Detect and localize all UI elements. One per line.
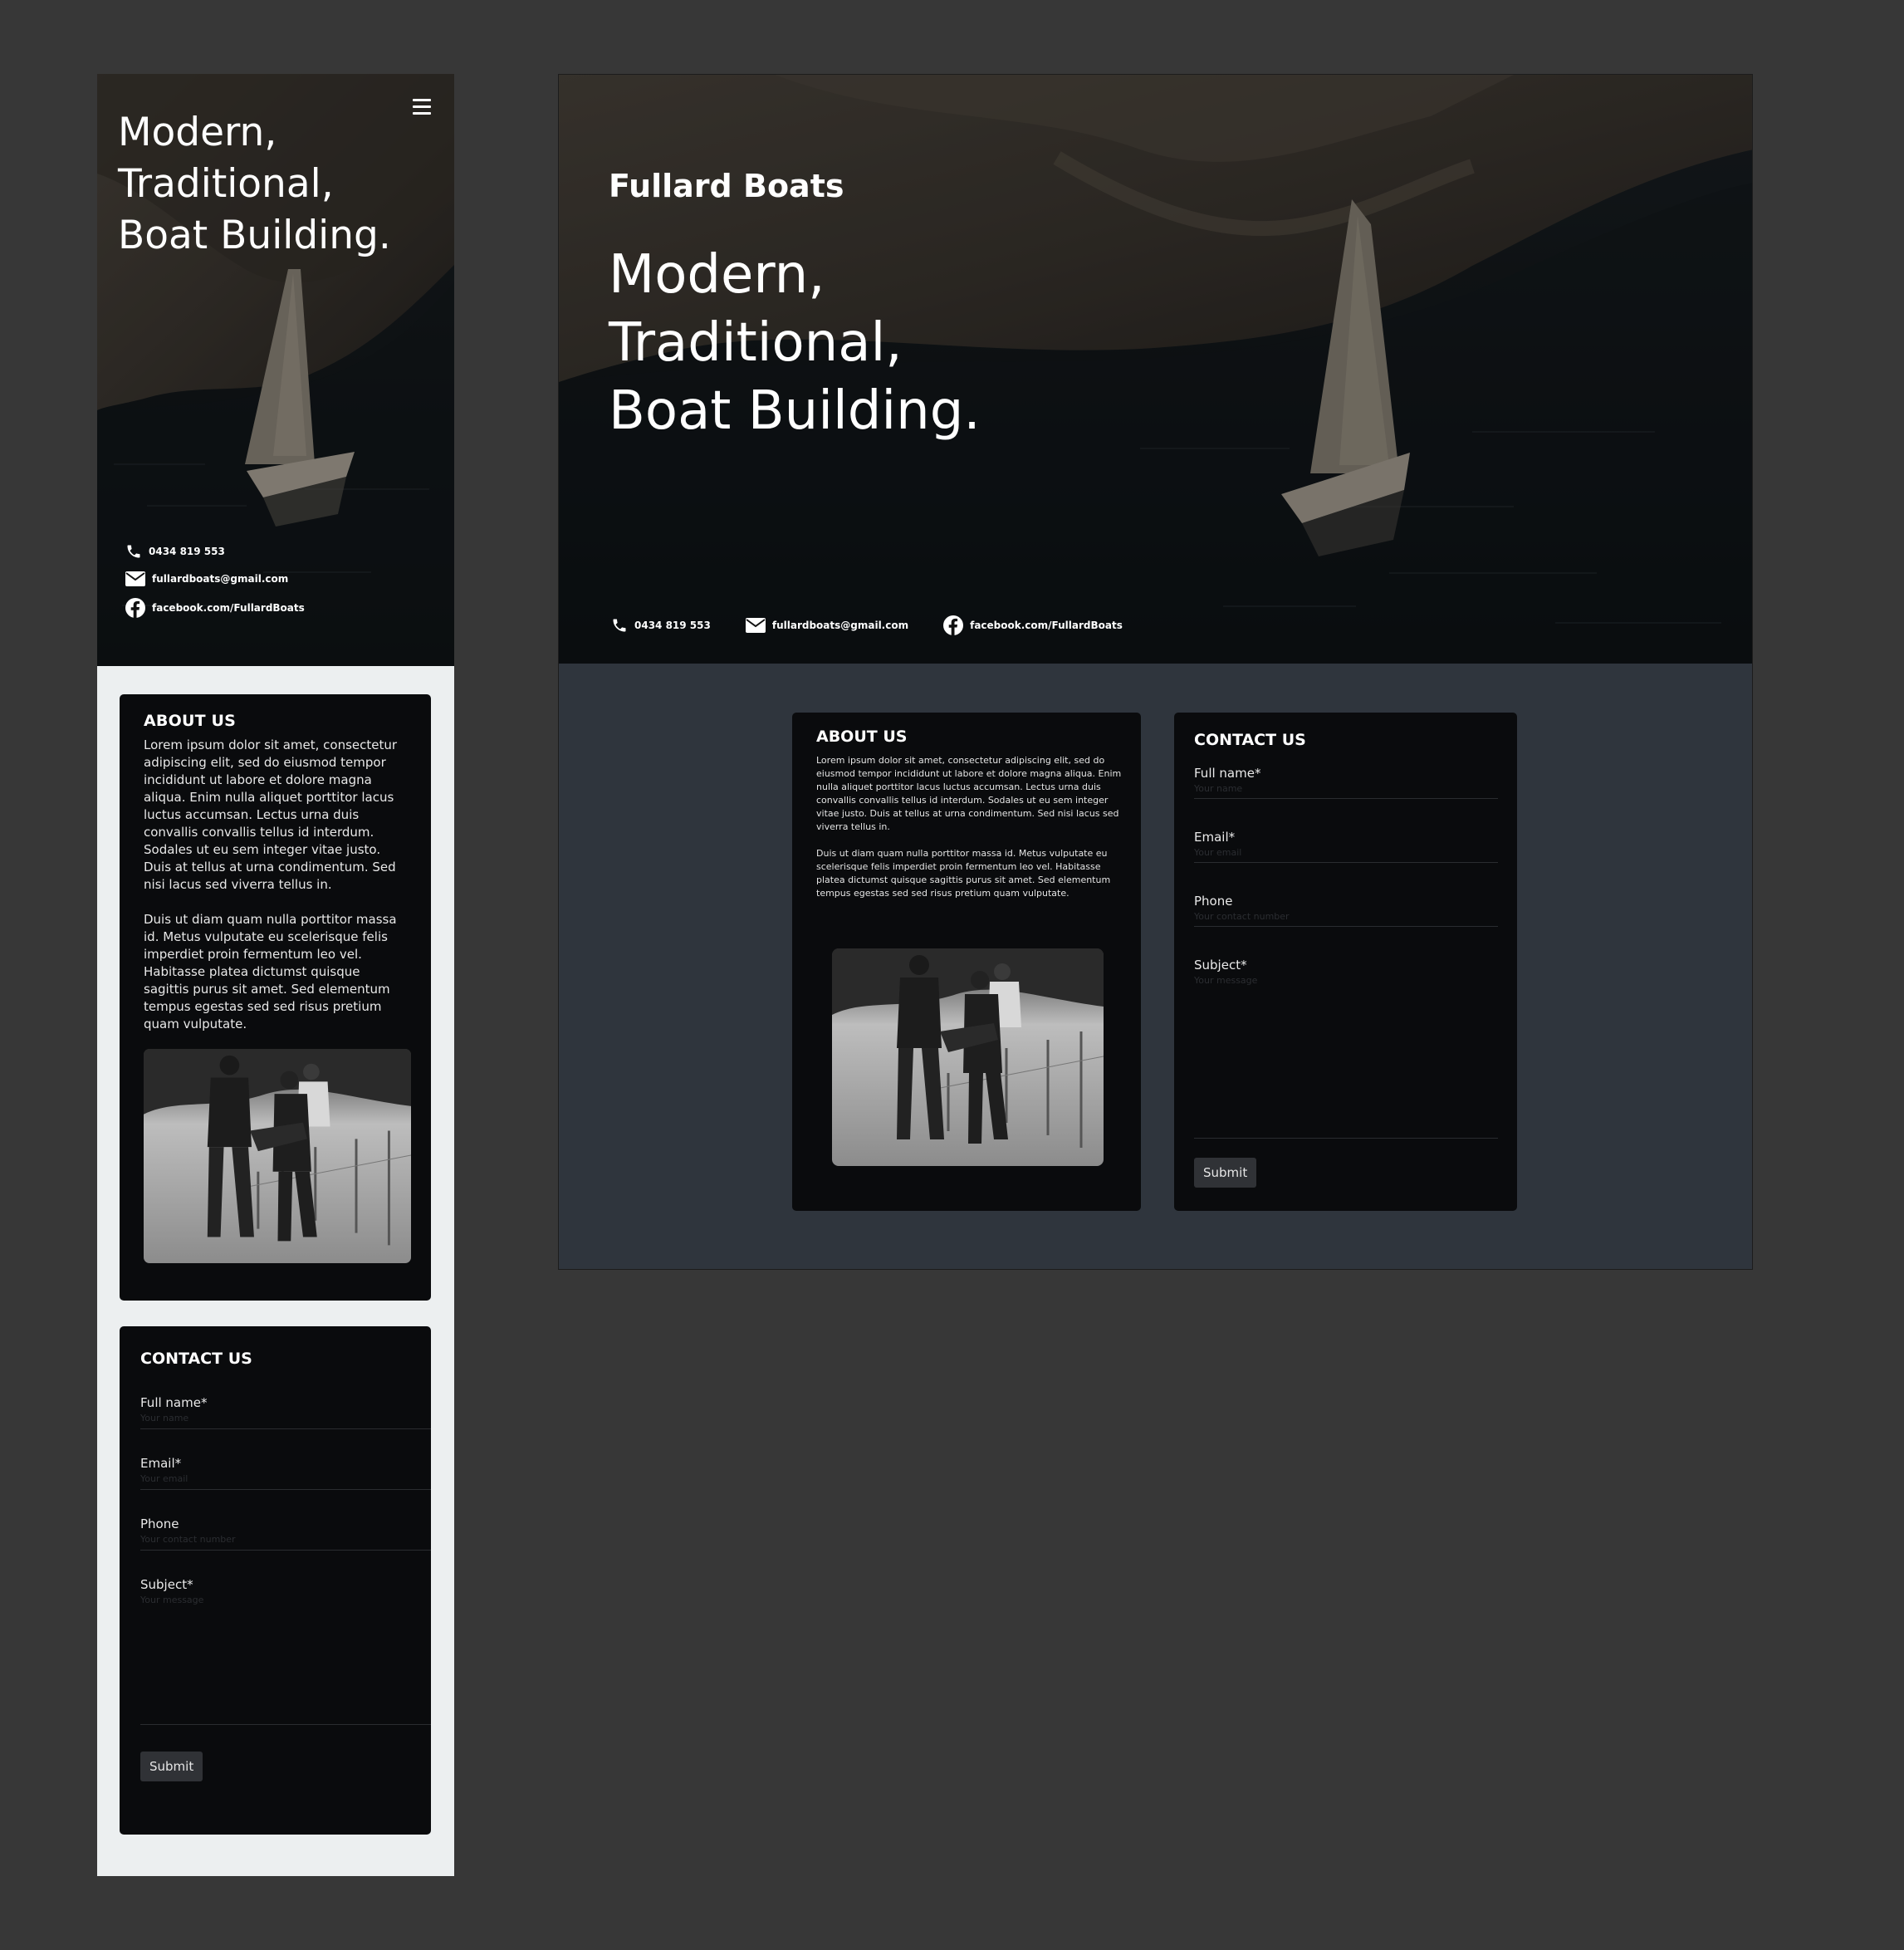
hero-section: Modern, Traditional, Boat Building. 0434… (97, 74, 454, 666)
about-us-card: ABOUT US Lorem ipsum dolor sit amet, con… (120, 694, 431, 1301)
email-label: Email* (1194, 830, 1236, 845)
full-name-label: Full name* (140, 1395, 208, 1410)
email-placeholder: Your email (140, 1473, 188, 1484)
facebook-text: facebook.com/FullardBoats (970, 620, 1123, 631)
phone-placeholder: Your contact number (140, 1534, 236, 1545)
about-paragraph-1: Lorem ipsum dolor sit amet, consectetur … (816, 755, 1122, 832)
contact-title: CONTACT US (140, 1350, 252, 1368)
submit-button[interactable]: Submit (1194, 1158, 1257, 1188)
hero-contact-list: 0434 819 553 fullardboats@gmail.com face… (125, 543, 305, 630)
tagline-line-1: Modern, (609, 244, 825, 306)
contact-us-card: CONTACT US Full name* Your name Email* Y… (120, 1326, 431, 1835)
full-name-field[interactable]: Full name* Your name (140, 1395, 431, 1429)
contact-title: CONTACT US (1194, 731, 1306, 749)
phone-label: Phone (1194, 894, 1233, 909)
submit-button[interactable]: Submit (140, 1752, 203, 1781)
desktop-preview: Fullard Boats Modern, Traditional, Boat … (558, 74, 1753, 1270)
envelope-icon (745, 618, 766, 633)
facebook-icon (125, 598, 145, 618)
phone-field[interactable]: Phone Your contact number (1194, 894, 1498, 927)
contact-facebook[interactable]: facebook.com/FullardBoats (125, 598, 305, 618)
hero-tagline: Modern, Traditional, Boat Building. (609, 241, 981, 445)
email-text: fullardboats@gmail.com (771, 620, 909, 631)
about-paragraph-2: Duis ut diam quam nulla porttitor massa … (816, 848, 1111, 899)
email-field[interactable]: Email* Your email (1194, 830, 1498, 863)
tagline-line-3: Boat Building. (118, 213, 391, 258)
about-title: ABOUT US (144, 712, 237, 730)
contact-email[interactable]: fullardboats@gmail.com (745, 618, 909, 633)
hero-tagline: Modern, Traditional, Boat Building. (118, 107, 417, 262)
email-text: fullardboats@gmail.com (152, 573, 289, 585)
full-name-label: Full name* (1194, 766, 1261, 781)
about-paragraph-2: Duis ut diam quam nulla porttitor massa … (144, 912, 397, 1031)
hero-contact-list: 0434 819 553 fullardboats@gmail.com face… (611, 615, 1158, 635)
subject-placeholder: Your message (1194, 975, 1258, 986)
contact-email[interactable]: fullardboats@gmail.com (125, 571, 305, 586)
tagline-line-2: Traditional, (118, 161, 334, 207)
about-us-card: ABOUT US Lorem ipsum dolor sit amet, con… (792, 713, 1141, 1211)
envelope-icon (125, 571, 145, 586)
contact-phone[interactable]: 0434 819 553 (125, 543, 305, 560)
email-label: Email* (140, 1456, 182, 1471)
phone-text: 0434 819 553 (634, 620, 711, 631)
family-photo (144, 1049, 411, 1263)
full-name-placeholder: Your name (1194, 783, 1243, 794)
subject-label: Subject* (1194, 958, 1247, 973)
phone-text: 0434 819 553 (149, 546, 225, 557)
subject-field[interactable]: Subject* Your message (1194, 958, 1498, 1139)
about-title: ABOUT US (816, 728, 908, 746)
brand-title: Fullard Boats (609, 168, 844, 204)
subject-placeholder: Your message (140, 1595, 204, 1605)
subject-label: Subject* (140, 1577, 193, 1592)
subject-field[interactable]: Subject* Your message (140, 1577, 431, 1725)
contact-phone[interactable]: 0434 819 553 (611, 617, 711, 634)
phone-field[interactable]: Phone Your contact number (140, 1516, 431, 1551)
facebook-text: facebook.com/FullardBoats (152, 602, 305, 614)
facebook-icon (943, 615, 964, 635)
family-photo (832, 948, 1104, 1166)
tagline-line-1: Modern, (118, 110, 277, 155)
phone-icon (127, 545, 140, 558)
full-name-placeholder: Your name (140, 1413, 189, 1423)
tagline-line-3: Boat Building. (609, 380, 981, 442)
mobile-preview: Modern, Traditional, Boat Building. 0434… (97, 74, 454, 1876)
phone-icon (613, 619, 626, 632)
contact-facebook[interactable]: facebook.com/FullardBoats (943, 615, 1123, 635)
phone-placeholder: Your contact number (1194, 911, 1290, 922)
hero-section: Fullard Boats Modern, Traditional, Boat … (559, 75, 1752, 664)
about-paragraph-1: Lorem ipsum dolor sit amet, consectetur … (144, 737, 398, 892)
email-placeholder: Your email (1194, 847, 1242, 858)
email-field[interactable]: Email* Your email (140, 1456, 431, 1490)
full-name-field[interactable]: Full name* Your name (1194, 766, 1498, 799)
phone-label: Phone (140, 1516, 179, 1531)
contact-us-card: CONTACT US Full name* Your name Email* Y… (1174, 713, 1517, 1211)
tagline-line-2: Traditional, (609, 312, 903, 374)
